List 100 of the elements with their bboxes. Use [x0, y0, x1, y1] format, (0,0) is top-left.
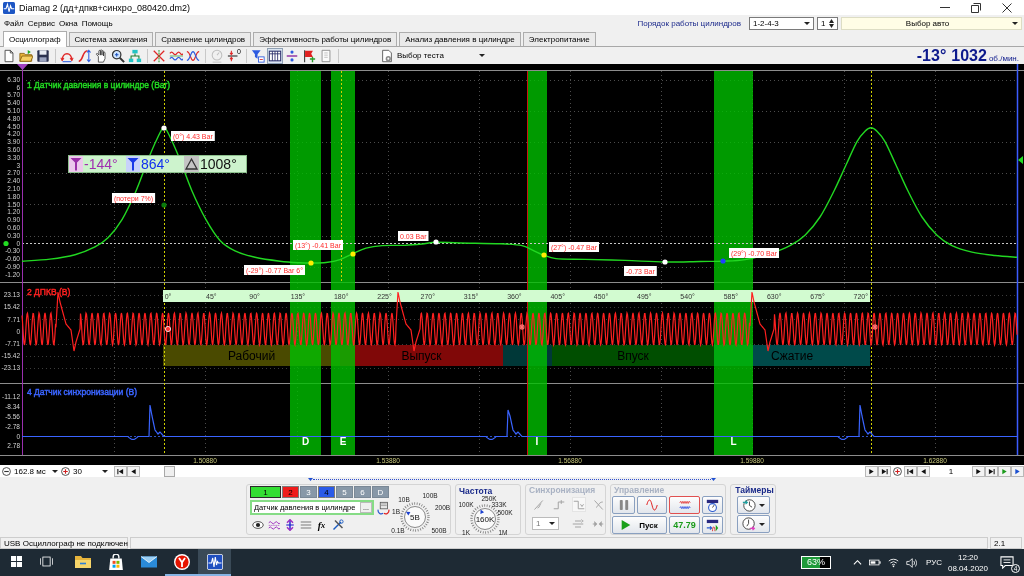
icon-button[interactable] [330, 517, 345, 533]
language-button[interactable]: РУС [925, 558, 942, 567]
level-marker-icon [1018, 156, 1023, 164]
menu-item[interactable]: Сервис [25, 17, 58, 29]
channel-title: 1 Датчик давления в цилиндре (Bar) [27, 80, 171, 90]
first-icon [907, 467, 914, 475]
battery-icon[interactable] [868, 559, 881, 566]
auto-button[interactable] [702, 516, 723, 534]
pause-icon [618, 499, 629, 511]
channel-title: 4 Датчик синхронизации (B) [27, 387, 138, 397]
field-label: Порядок работы цилиндров [637, 18, 741, 28]
toolbar-button[interactable] [301, 47, 317, 64]
auto-button[interactable] [702, 496, 723, 514]
caret-icon [1012, 21, 1018, 25]
grid-icon [268, 48, 282, 63]
cylinder-order-select[interactable]: 1-2-4-3 [749, 16, 814, 30]
restore-icon [971, 2, 981, 13]
toolbar-button[interactable] [35, 47, 51, 64]
tab[interactable]: Эффективность работы цилиндров [253, 32, 398, 46]
hierarchy-icon [128, 48, 142, 63]
channel-button[interactable]: 4 [318, 486, 335, 498]
channel-button[interactable]: 2 [282, 486, 299, 498]
group-title: Синхронизация [528, 485, 597, 495]
nav-button[interactable] [865, 465, 878, 477]
chevron-up-icon[interactable] [852, 560, 862, 565]
tab[interactable]: Система зажигания [68, 32, 154, 46]
speaker-icon[interactable] [905, 557, 917, 568]
close-icon [1002, 2, 1012, 13]
nav-button[interactable] [127, 465, 140, 477]
sync-point-icon [518, 323, 526, 331]
channel-button[interactable]: 1 [250, 486, 281, 498]
tab[interactable]: Осциллограф [3, 31, 67, 47]
vehicle-select[interactable]: Выбор авто [841, 16, 1022, 30]
level-lines-icon [572, 517, 584, 530]
scrollbar-thumb[interactable] [164, 465, 175, 477]
nav-button[interactable] [904, 465, 917, 477]
caret-icon [804, 21, 810, 25]
caret-icon [758, 522, 765, 526]
group-title: Управление [613, 485, 666, 495]
menu-item[interactable]: Окна [57, 17, 80, 29]
toolbar-button[interactable] [267, 47, 283, 64]
pause-button[interactable] [612, 496, 635, 514]
cylinder-spinbox[interactable]: 1 [817, 16, 838, 30]
nav-button[interactable] [114, 465, 127, 477]
dial-value: 5В [410, 513, 420, 522]
phase-band: Впуск [552, 345, 714, 366]
nav-button[interactable] [878, 465, 891, 477]
nav-button[interactable] [1011, 465, 1024, 477]
tab[interactable]: Сравнение цилиндров [155, 32, 252, 46]
frame-number: 1 [947, 466, 955, 476]
tools-icon [331, 519, 344, 531]
auto-signal-icon [706, 518, 719, 532]
test-select[interactable]: Выбор теста [378, 48, 488, 63]
channel-swap-icon[interactable] [377, 500, 390, 515]
rpm-unit: об./мин. [988, 54, 1019, 63]
taskbar-app-button[interactable] [198, 549, 231, 576]
wifi-icon[interactable] [887, 557, 899, 568]
status-text: USB Осциллограф не подключен [0, 537, 128, 549]
menu-item[interactable]: Файл [2, 17, 26, 29]
menu-item[interactable]: Помощь [79, 17, 115, 29]
spin-arrows-icon [829, 18, 834, 28]
toolbar-button[interactable] [250, 47, 266, 64]
document-gear-icon [381, 48, 393, 63]
clock-time[interactable]: 12:20 [958, 551, 978, 563]
timer-button[interactable] [736, 515, 770, 533]
next-icon [975, 467, 982, 475]
task-view-icon [39, 556, 53, 567]
next-icon [868, 467, 875, 475]
zoom-in-icon[interactable] [61, 466, 70, 476]
toolbar-button[interactable] [110, 47, 126, 64]
caret-icon [52, 469, 58, 473]
document-icon [2, 48, 16, 63]
funnel-icon [251, 48, 265, 63]
tab[interactable]: Анализ давления в цилиндре [399, 32, 521, 46]
level-arrows-icon [227, 48, 241, 63]
nav-button[interactable] [985, 465, 998, 477]
toolbar-button[interactable] [1, 47, 17, 64]
zoom-out-icon[interactable] [2, 466, 11, 476]
envelope-icon [140, 553, 157, 570]
clock-date[interactable]: 08.04.2020 [947, 562, 988, 574]
cross-arrows-icon [152, 48, 166, 63]
vertical-arrows-icon [283, 519, 296, 531]
first-icon [117, 467, 124, 475]
window-title: Diamag 2 (дд+дпкв+синхро_080420.dm2) [19, 2, 190, 13]
last-icon [988, 467, 995, 475]
zoom-in-icon[interactable] [893, 466, 902, 476]
folder-icon [19, 48, 33, 63]
gauge-icon [210, 48, 224, 63]
divide-icon [285, 48, 299, 63]
shopping-bag-icon [107, 553, 124, 570]
falling-edge-icon [593, 498, 605, 511]
sync-point-icon [165, 326, 171, 332]
tab[interactable]: Электропитание [522, 32, 596, 46]
nav-button[interactable] [972, 465, 985, 477]
nav-button[interactable] [917, 465, 930, 477]
timer-button[interactable] [736, 496, 770, 514]
dial-value: 160K [475, 515, 495, 524]
step-up-icon [553, 498, 565, 511]
toolbar-button[interactable] [93, 47, 109, 64]
rising-edge-icon [533, 498, 545, 511]
